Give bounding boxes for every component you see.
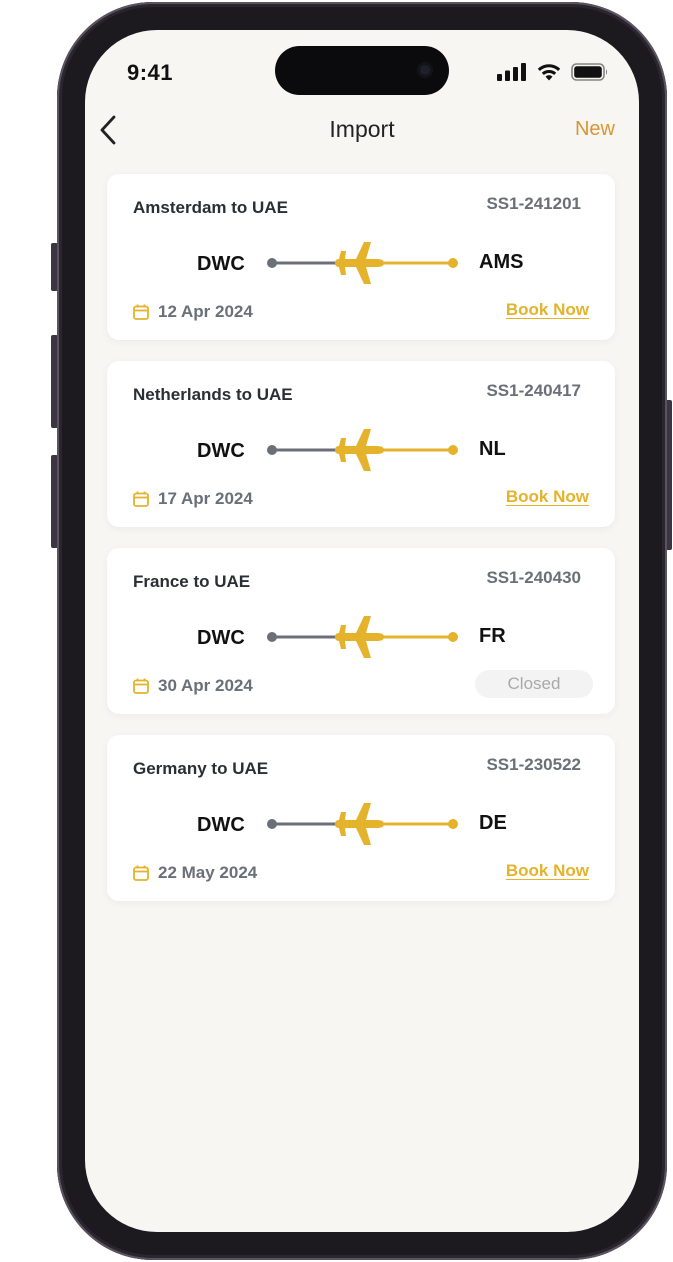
shipment-date: 30 Apr 2024 <box>133 676 253 696</box>
shipment-title: Germany to UAE <box>133 759 269 778</box>
destination-code: DE <box>479 812 507 834</box>
calendar-icon <box>133 491 149 507</box>
book-now-link[interactable]: Book Now <box>506 487 589 507</box>
shipment-reference: SS1-240417 <box>486 381 581 400</box>
shipment-title: Amsterdam to UAE <box>133 198 288 217</box>
home-indicator <box>292 1217 432 1222</box>
wifi-icon <box>537 64 561 81</box>
shipment-card[interactable]: Germany to UAE SS1-230522 DWC DE 22 May … <box>107 735 615 901</box>
route-line <box>267 803 458 845</box>
route-line <box>267 429 458 471</box>
calendar-icon <box>133 865 149 881</box>
origin-code: DWC <box>197 253 245 275</box>
shipment-reference: SS1-240430 <box>486 568 581 587</box>
camera-icon <box>417 62 433 78</box>
phone-screen: 9:41 Import New Amsterdam to UAE SS1-241… <box>85 30 639 1232</box>
battery-icon <box>571 62 608 81</box>
airplane-icon <box>335 242 384 284</box>
date-text: 30 Apr 2024 <box>158 676 253 695</box>
route-line <box>267 242 458 284</box>
airplane-icon <box>335 429 384 471</box>
status-time: 9:41 <box>127 60 174 85</box>
shipment-card[interactable]: Netherlands to UAE SS1-240417 DWC NL 17 … <box>107 361 615 527</box>
origin-code: DWC <box>197 440 245 462</box>
book-now-link[interactable]: Book Now <box>506 861 589 881</box>
shipment-date: 17 Apr 2024 <box>133 489 253 509</box>
route-line <box>267 616 458 658</box>
shipment-card[interactable]: Amsterdam to UAE SS1-241201 DWC AMS 12 A… <box>107 174 615 340</box>
airplane-icon <box>335 616 384 658</box>
destination-code: AMS <box>479 251 524 273</box>
shipment-date: 22 May 2024 <box>133 863 257 883</box>
airplane-icon <box>335 803 384 845</box>
cellular-signal-icon <box>497 62 526 81</box>
shipment-date: 12 Apr 2024 <box>133 302 253 322</box>
shipment-reference: SS1-241201 <box>486 194 581 213</box>
shipment-reference: SS1-230522 <box>486 755 581 774</box>
calendar-icon <box>133 304 149 320</box>
navigation-bar: Import New <box>85 110 639 150</box>
closed-status-badge: Closed <box>475 670 593 698</box>
calendar-icon <box>133 678 149 694</box>
origin-code: DWC <box>197 814 245 836</box>
origin-code: DWC <box>197 627 245 649</box>
shipment-title: Netherlands to UAE <box>133 385 293 404</box>
new-button[interactable]: New <box>575 118 615 141</box>
shipment-title: France to UAE <box>133 572 251 591</box>
status-icons <box>497 62 609 81</box>
book-now-link[interactable]: Book Now <box>506 300 589 320</box>
shipment-list: Amsterdam to UAE SS1-241201 DWC AMS 12 A… <box>107 174 615 922</box>
dynamic-island <box>275 46 449 95</box>
date-text: 12 Apr 2024 <box>158 302 253 321</box>
date-text: 17 Apr 2024 <box>158 489 253 508</box>
destination-code: FR <box>479 625 506 647</box>
destination-code: NL <box>479 438 506 460</box>
shipment-card[interactable]: France to UAE SS1-240430 DWC FR 30 Apr 2… <box>107 548 615 714</box>
date-text: 22 May 2024 <box>158 863 258 882</box>
page-title: Import <box>329 116 395 142</box>
